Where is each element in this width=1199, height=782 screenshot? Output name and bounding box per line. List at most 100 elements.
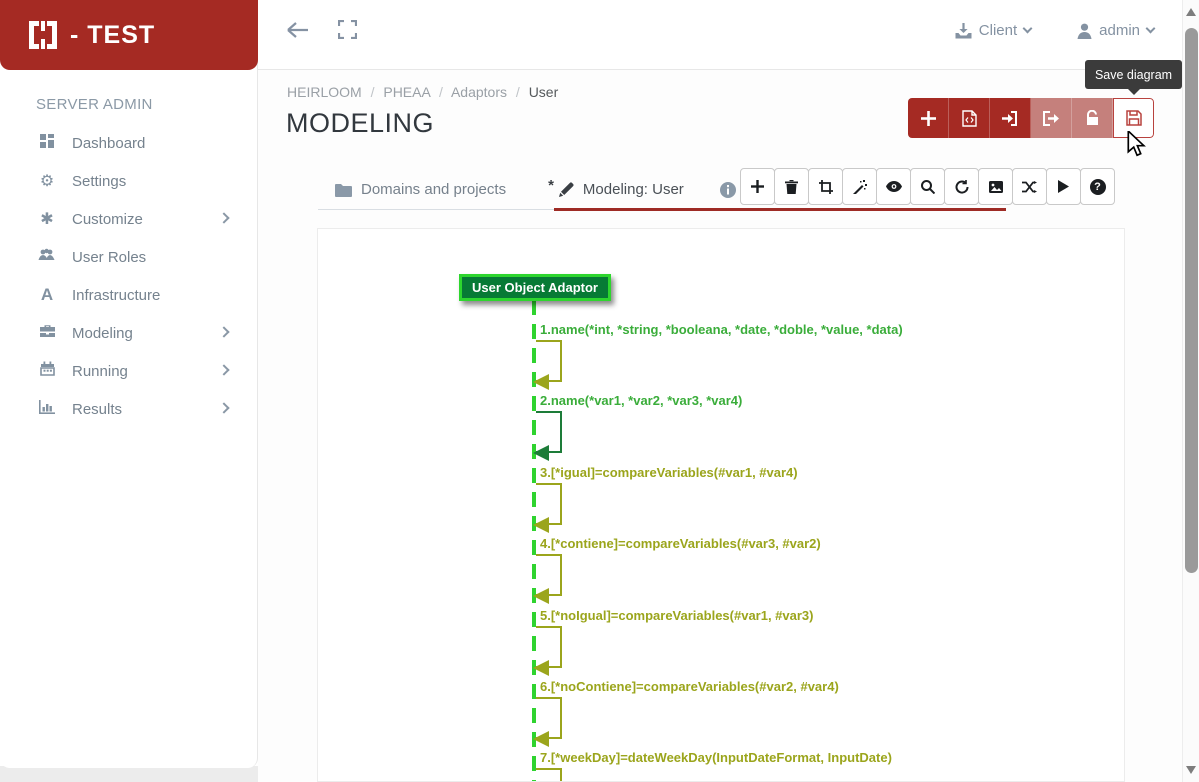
- diagram-item-text[interactable]: 6.[*noContiene]=compareVariables(#var2, …: [540, 679, 839, 694]
- diagram-item: 4.[*contiene]=compareVariables(#var3, #v…: [318, 536, 1124, 606]
- app-logo[interactable]: - TEST: [0, 0, 258, 70]
- tab-label: Modeling: User: [582, 181, 684, 198]
- font-a-icon: A: [40, 285, 54, 304]
- diagram-action-group: [908, 98, 1154, 138]
- breadcrumb-current: User: [528, 84, 559, 100]
- chevron-down-icon: [1145, 23, 1156, 34]
- diagram-item-text[interactable]: 2.name(*var1, *var2, *var3, *var4): [540, 393, 742, 408]
- image-icon: [988, 180, 1003, 193]
- save-icon: [1125, 110, 1142, 126]
- sidebar-section-header: SERVER ADMIN: [36, 96, 153, 113]
- unlock-icon: [1086, 110, 1098, 125]
- zoom-button[interactable]: [910, 168, 945, 205]
- admin-label: admin: [1099, 22, 1140, 39]
- sidebar: - TEST SERVER ADMIN Dashboard ⚙ Settings…: [0, 0, 258, 768]
- refresh-button[interactable]: [944, 168, 979, 205]
- refresh-icon: [955, 179, 969, 194]
- diagram-item: 6.[*noContiene]=compareVariables(#var2, …: [318, 679, 1124, 749]
- fullscreen-icon[interactable]: [337, 19, 358, 44]
- sidebar-item-results[interactable]: Results: [0, 390, 258, 428]
- sidebar-item-infrastructure[interactable]: A Infrastructure: [0, 276, 258, 314]
- client-menu[interactable]: Client: [955, 22, 1033, 39]
- diagram-item: 5.[*noIgual]=compareVariables(#var1, #va…: [318, 608, 1124, 678]
- sidebar-item-label: Running: [72, 362, 128, 380]
- shuffle-icon: [1022, 180, 1037, 193]
- tab-modeling-user[interactable]: * Modeling: User: [531, 168, 701, 211]
- loop-arrow-icon: [533, 659, 549, 676]
- main-content: HEIRLOOM / PHEAA / Adaptors / User MODEL…: [258, 60, 1182, 782]
- crop-button[interactable]: [808, 168, 843, 205]
- vertical-scrollbar[interactable]: [1182, 0, 1199, 782]
- unlock-button[interactable]: [1072, 98, 1113, 138]
- breadcrumb-link[interactable]: Adaptors: [451, 84, 507, 100]
- breadcrumb-separator: /: [515, 84, 520, 100]
- loop-arrow-icon: [533, 374, 549, 390]
- client-icon: [955, 22, 972, 38]
- play-icon: [1058, 180, 1069, 193]
- diagram-item-text[interactable]: 1.name(*int, *string, *booleana, *date, …: [540, 322, 903, 337]
- diagram-toolbar: ?: [740, 168, 1115, 205]
- crop-icon: [818, 179, 833, 194]
- add-node-button[interactable]: [740, 168, 775, 205]
- tooltip-caret-icon: [1128, 89, 1140, 95]
- file-code-icon: [961, 109, 977, 127]
- folder-icon: [335, 183, 352, 197]
- scrollbar-thumb[interactable]: [1185, 28, 1198, 573]
- breadcrumb-link[interactable]: HEIRLOOM: [287, 84, 362, 100]
- help-icon: ?: [1089, 178, 1106, 195]
- export-button[interactable]: [1031, 98, 1072, 138]
- sidebar-item-label: Dashboard: [72, 134, 146, 152]
- chevron-right-icon: [218, 402, 230, 414]
- sidebar-item-running[interactable]: Running: [0, 352, 258, 390]
- sidebar-item-dashboard[interactable]: Dashboard: [0, 124, 258, 162]
- admin-menu[interactable]: admin: [1077, 22, 1156, 39]
- diagram-item: 1.name(*int, *string, *booleana, *date, …: [318, 322, 1124, 392]
- diagram-item-text[interactable]: 5.[*noIgual]=compareVariables(#var1, #va…: [540, 608, 814, 623]
- scroll-down-icon[interactable]: [1186, 766, 1196, 774]
- run-button[interactable]: [1046, 168, 1081, 205]
- loop-arrow-icon: [533, 516, 549, 533]
- diagram-item-text[interactable]: 3.[*igual]=compareVariables(#var1, #var4…: [540, 465, 798, 480]
- magic-wand-button[interactable]: [842, 168, 877, 205]
- save-tooltip: Save diagram: [1085, 60, 1182, 89]
- image-button[interactable]: [978, 168, 1013, 205]
- info-icon: [719, 181, 736, 198]
- diagram-canvas[interactable]: User Object Adaptor 1.name(*int, *string…: [317, 228, 1125, 782]
- diagram-item: 2.name(*var1, *var2, *var3, *var4): [318, 393, 1124, 463]
- client-label: Client: [978, 22, 1018, 39]
- magic-wand-icon: [852, 179, 867, 194]
- briefcase-icon: [36, 323, 58, 343]
- import-button[interactable]: [990, 98, 1031, 138]
- dashboard-grid-icon: [36, 133, 58, 154]
- delete-button[interactable]: [774, 168, 809, 205]
- sidebar-item-label: User Roles: [72, 248, 147, 266]
- sign-in-icon: [1002, 110, 1017, 126]
- scroll-up-icon[interactable]: [1186, 8, 1196, 16]
- add-button[interactable]: [908, 98, 949, 138]
- back-arrow-icon[interactable]: [286, 21, 310, 44]
- zoom-icon: [920, 179, 935, 194]
- diagram-item-text[interactable]: 4.[*contiene]=compareVariables(#var3, #v…: [540, 536, 821, 551]
- sidebar-menu: Dashboard ⚙ Settings ✱ Customize User Ro…: [0, 124, 258, 428]
- diagram-root-node[interactable]: User Object Adaptor: [459, 274, 611, 301]
- chevron-right-icon: [218, 212, 230, 224]
- sidebar-item-settings[interactable]: ⚙ Settings: [0, 162, 258, 200]
- shuffle-button[interactable]: [1012, 168, 1047, 205]
- tab-domains-and-projects[interactable]: Domains and projects: [318, 168, 523, 211]
- breadcrumb-link[interactable]: PHEAA: [383, 84, 430, 100]
- save-button[interactable]: [1113, 98, 1154, 138]
- sidebar-item-user-roles[interactable]: User Roles: [0, 238, 258, 276]
- loop-arrow-icon: [533, 731, 549, 747]
- diagram-item-text[interactable]: 7.[*weekDay]=dateWeekDay(InputDateFormat…: [540, 750, 892, 765]
- file-code-button[interactable]: [949, 98, 990, 138]
- loop-arrow-icon: [533, 588, 549, 605]
- trash-icon: [785, 179, 798, 194]
- breadcrumb-separator: /: [370, 84, 375, 100]
- diagram-item: 3.[*igual]=compareVariables(#var1, #var4…: [318, 465, 1124, 535]
- preview-button[interactable]: [876, 168, 911, 205]
- sidebar-item-customize[interactable]: ✱ Customize: [0, 200, 258, 238]
- sidebar-item-modeling[interactable]: Modeling: [0, 314, 258, 352]
- heirloom-bracket-icon: [29, 21, 57, 49]
- help-button[interactable]: ?: [1080, 168, 1115, 205]
- chevron-right-icon: [218, 364, 230, 376]
